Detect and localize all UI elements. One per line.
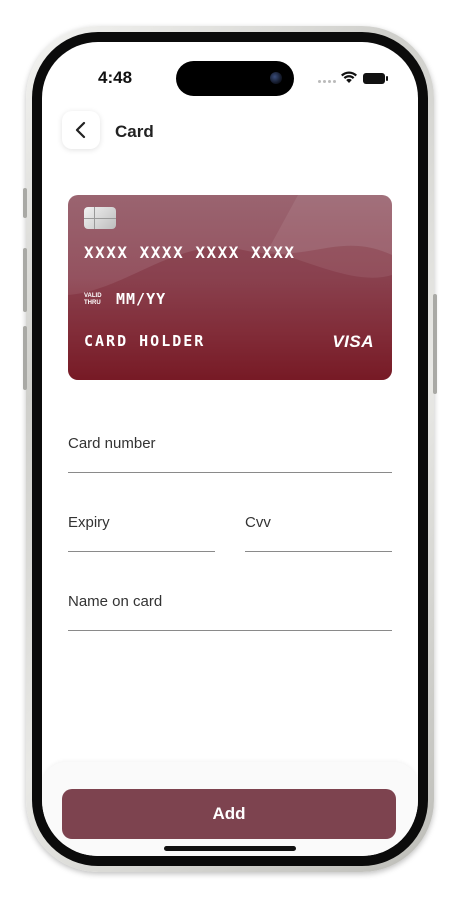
power-button — [433, 294, 437, 394]
front-camera-icon — [270, 72, 282, 84]
back-button[interactable] — [62, 111, 100, 149]
battery-icon — [363, 73, 388, 84]
cvv-label: Cvv — [245, 514, 271, 531]
card-chip-icon — [84, 207, 116, 229]
signal-icon — [318, 80, 336, 83]
expiry-field[interactable]: Expiry — [68, 514, 215, 552]
card-preview: XXXX XXXX XXXX XXXX VALID THRU MM/YY CAR… — [68, 195, 392, 380]
page-title: Card — [115, 122, 154, 141]
dynamic-island — [176, 61, 294, 96]
wifi-icon — [341, 71, 357, 83]
volume-down-button — [23, 326, 27, 390]
cvv-underline — [245, 551, 392, 552]
card-holder-display: CARD HOLDER — [84, 332, 206, 350]
expiry-underline — [68, 551, 215, 552]
card-number-label: Card number — [68, 435, 156, 452]
screen: 4:48 Card XXXX XXXX XXXX XXXX VALID THRU… — [42, 42, 418, 856]
bezel: 4:48 Card XXXX XXXX XXXX XXXX VALID THRU… — [32, 32, 428, 866]
volume-up-button — [23, 248, 27, 312]
expiry-label: Expiry — [68, 514, 110, 531]
card-number-underline — [68, 472, 392, 473]
valid-thru-label: VALID THRU — [84, 293, 102, 306]
visa-logo: VISA — [332, 332, 374, 351]
cvv-field[interactable]: Cvv — [245, 514, 392, 552]
name-on-card-label: Name on card — [68, 593, 163, 610]
status-time: 4:48 — [98, 68, 133, 87]
add-button[interactable]: Add — [62, 789, 396, 839]
chevron-left-icon — [75, 121, 86, 139]
card-wave-decoration — [68, 195, 392, 380]
card-number-field[interactable]: Card number — [68, 435, 392, 473]
name-on-card-underline — [68, 630, 392, 631]
home-indicator[interactable] — [164, 846, 296, 851]
action-button — [23, 188, 27, 218]
phone-frame: 4:48 Card XXXX XXXX XXXX XXXX VALID THRU… — [23, 26, 437, 872]
name-on-card-field[interactable]: Name on card — [68, 593, 392, 631]
card-number-display: XXXX XXXX XXXX XXXX — [84, 243, 296, 262]
card-expiry-display: MM/YY — [116, 290, 167, 308]
